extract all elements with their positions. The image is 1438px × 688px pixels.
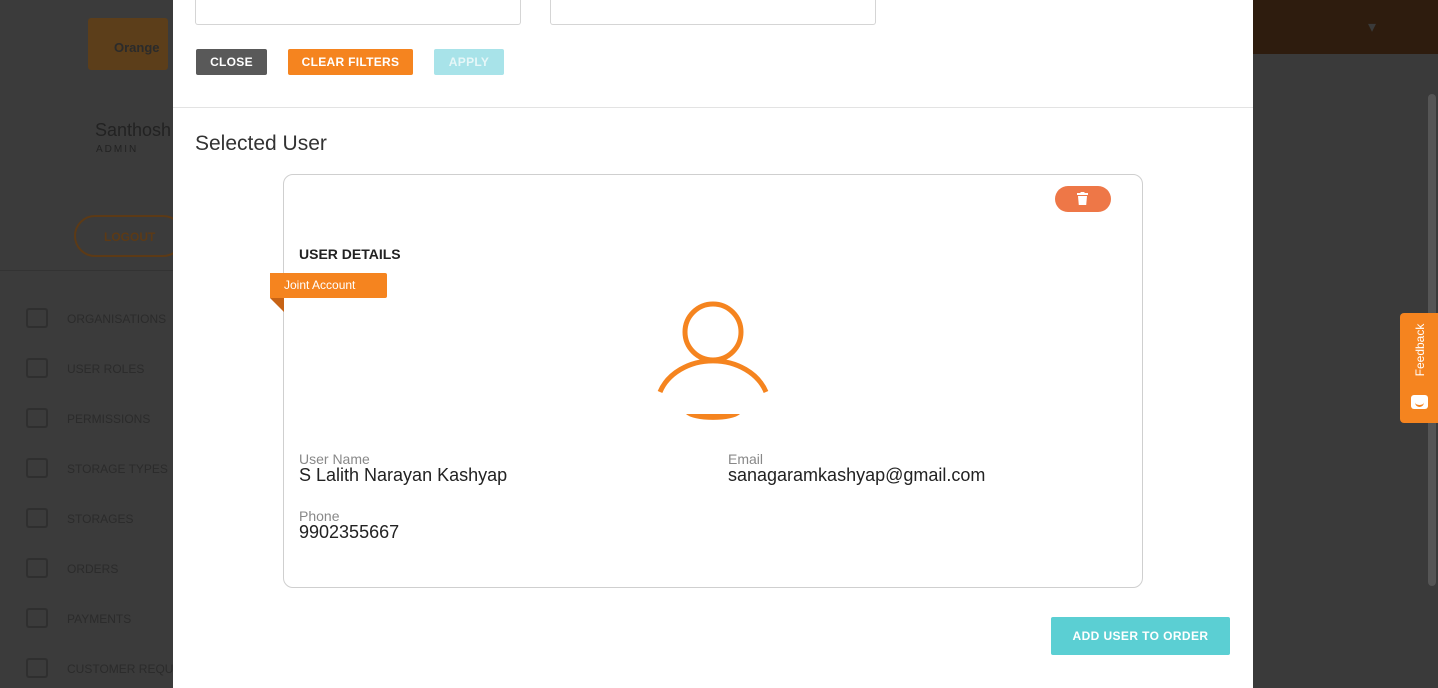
sidebar-item-user-roles: USER ROLES — [0, 354, 173, 384]
joint-account-badge: Joint Account — [270, 273, 387, 298]
cart-icon — [26, 558, 48, 578]
card-icon — [26, 608, 48, 628]
logout-button: LOGOUT — [74, 215, 184, 257]
sidebar-item-storages: STORAGES — [0, 504, 173, 534]
user-card: USER DETAILS Joint Account User Name S L… — [270, 174, 1143, 588]
section-title: Selected User — [195, 132, 327, 155]
sidebar-user-name: Santhosh — [95, 120, 172, 140]
sidebar-item-organisations: ORGANISATIONS — [0, 304, 173, 334]
user-name-value: S Lalith Narayan Kashyap — [299, 465, 508, 485]
bell-icon: ▾ — [1368, 19, 1377, 36]
briefcase-icon — [26, 308, 48, 328]
email-value: sanagaramkashyap@gmail.com — [728, 465, 986, 485]
sidebar-item-storage-types: STORAGE TYPES — [0, 454, 173, 484]
apply-button[interactable]: APPLY — [434, 49, 504, 75]
user-avatar-icon — [657, 301, 769, 420]
sidebar: Orange Santhosh ADMIN LOGOUT ORGANISATIO… — [0, 0, 184, 688]
sidebar-item-payments: PAYMENTS — [0, 604, 173, 634]
logo: Orange — [88, 18, 168, 70]
sidebar-item-customer-requests: CUSTOMER REQU — [0, 654, 173, 684]
phone-value: 9902355667 — [299, 522, 400, 542]
trash-icon — [1077, 192, 1088, 205]
sidebar-user-role: ADMIN — [96, 144, 139, 155]
modal-divider — [173, 107, 1253, 108]
feedback-tab[interactable]: Feedback — [1400, 313, 1438, 423]
add-user-to-order-button[interactable]: ADD USER TO ORDER — [1051, 617, 1230, 655]
key-icon — [26, 508, 48, 528]
sidebar-item-orders: ORDERS — [0, 554, 173, 584]
delete-user-button[interactable] — [1055, 186, 1111, 212]
sidebar-item-permissions: PERMISSIONS — [0, 404, 173, 434]
badge-fold — [270, 298, 284, 312]
user-details-heading: USER DETAILS — [299, 246, 401, 262]
filter-input-1[interactable] — [195, 0, 521, 25]
glasses-icon — [26, 408, 48, 428]
feedback-label: Feedback — [1413, 323, 1427, 377]
sidebar-divider — [0, 270, 173, 271]
close-button[interactable]: CLOSE — [196, 49, 267, 75]
filter-input-2[interactable] — [550, 0, 876, 25]
list-icon — [26, 658, 48, 678]
chat-icon — [1411, 395, 1428, 409]
archive-icon — [26, 458, 48, 478]
filter-modal: CLOSE CLEAR FILTERS APPLY Selected User … — [173, 0, 1253, 688]
clear-filters-button[interactable]: CLEAR FILTERS — [288, 49, 413, 75]
graduation-cap-icon — [26, 358, 48, 378]
